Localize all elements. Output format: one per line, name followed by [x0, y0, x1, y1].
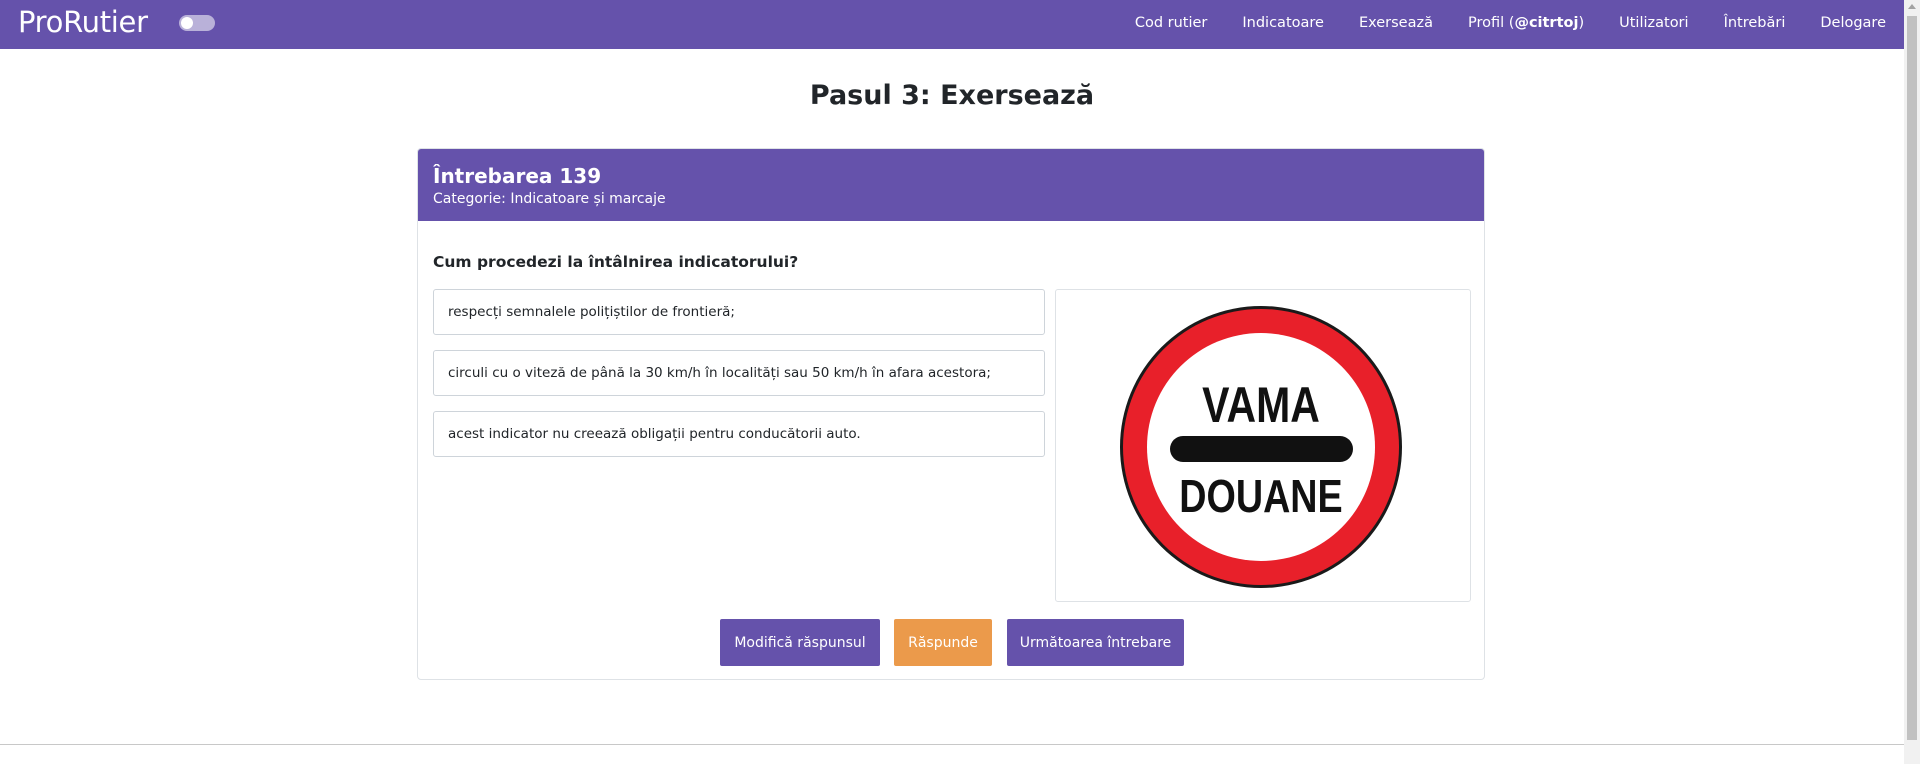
answer-option-text: respecți semnalele polițiștilor de front… [448, 304, 735, 320]
footer-divider [0, 744, 1904, 745]
theme-toggle[interactable] [179, 15, 215, 31]
sign-bar [1170, 436, 1353, 462]
nav-cod-rutier[interactable]: Cod rutier [1135, 15, 1208, 31]
answer-option-text: acest indicator nu creează obligații pen… [448, 426, 861, 442]
nav-delogare[interactable]: Delogare [1820, 15, 1886, 31]
sign-text-bottom: DOUANE [1179, 470, 1342, 521]
nav-exerseaza[interactable]: Exersează [1359, 15, 1433, 31]
scrollbar-thumb[interactable] [1907, 16, 1917, 740]
question-card: Întrebarea 139 Categorie: Indicatoare și… [417, 148, 1485, 680]
modify-answer-button[interactable]: Modifică răspunsul [720, 619, 880, 666]
question-number: Întrebarea 139 [433, 164, 602, 188]
answer-option-a[interactable]: respecți semnalele polițiștilor de front… [433, 289, 1045, 335]
road-sign-image: VAMA DOUANE [1055, 289, 1471, 602]
answer-option-text: circuli cu o viteză de până la 30 km/h î… [448, 365, 991, 381]
moon-toggle-icon [181, 17, 193, 29]
nav-indicatoare[interactable]: Indicatoare [1242, 15, 1324, 31]
next-question-button[interactable]: Următoarea întrebare [1007, 619, 1184, 666]
question-card-header: Întrebarea 139 Categorie: Indicatoare și… [418, 149, 1484, 221]
customs-sign-icon: VAMA DOUANE [1120, 306, 1402, 588]
answer-button[interactable]: Răspunde [894, 619, 992, 666]
nav-profil[interactable]: Profil (@citrtoj) [1468, 15, 1584, 31]
scroll-up-arrow-icon[interactable] [1908, 4, 1916, 9]
nav-profil-prefix: Profil ( [1468, 14, 1515, 31]
brand-logo[interactable]: ProRutier [18, 5, 148, 39]
question-text: Cum procedezi la întâlnirea indicatorulu… [433, 253, 799, 271]
nav-links: Cod rutier Indicatoare Exersează Profil … [1135, 0, 1904, 45]
top-navbar: ProRutier Cod rutier Indicatoare Exersea… [0, 0, 1904, 49]
answer-option-b[interactable]: circuli cu o viteză de până la 30 km/h î… [433, 350, 1045, 396]
nav-profil-suffix: ) [1578, 14, 1585, 31]
nav-intrebari[interactable]: Întrebări [1724, 15, 1786, 31]
question-category: Categorie: Indicatoare și marcaje [433, 191, 666, 207]
answer-option-c[interactable]: acest indicator nu creează obligații pen… [433, 411, 1045, 457]
page: ProRutier Cod rutier Indicatoare Exersea… [0, 0, 1904, 764]
page-title: Pasul 3: Exersează [809, 80, 1095, 111]
sign-text-top: VAMA [1202, 377, 1320, 433]
nav-profil-username: @citrtoj [1514, 14, 1579, 31]
nav-utilizatori[interactable]: Utilizatori [1619, 15, 1688, 31]
vertical-scrollbar[interactable] [1904, 0, 1920, 764]
